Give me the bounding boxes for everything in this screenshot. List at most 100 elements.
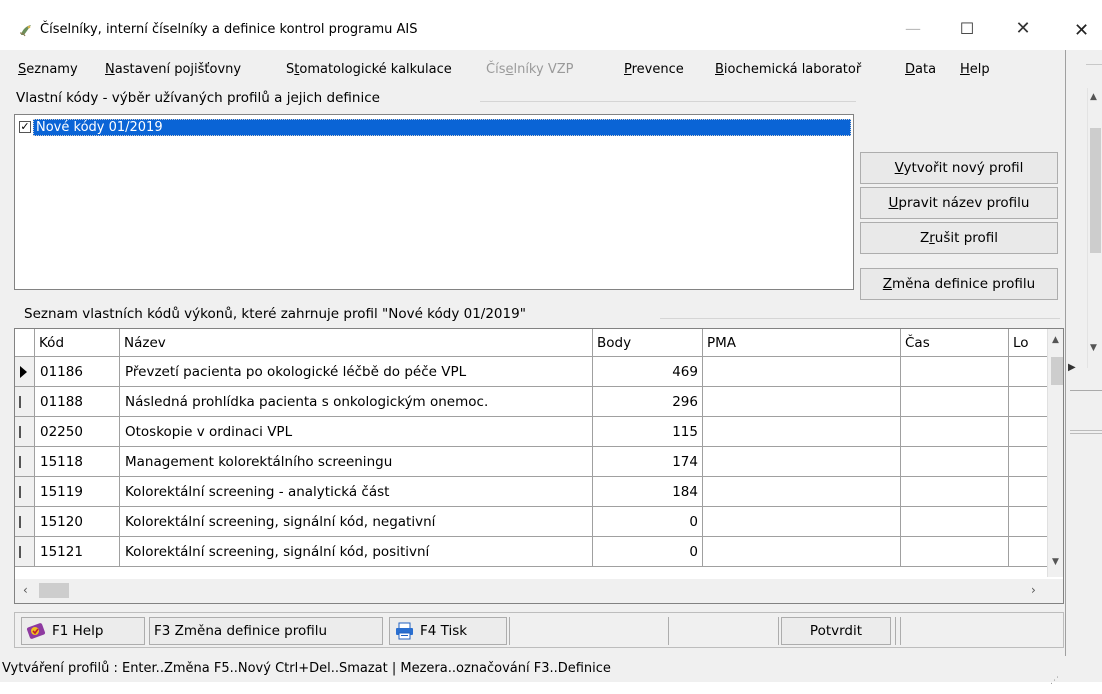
cell-cas[interactable] [901, 507, 1009, 537]
cell-nazev[interactable]: Otoskopie v ordinaci VPL [120, 417, 593, 447]
cell-lo[interactable] [1009, 507, 1049, 537]
cell-kod[interactable]: 02250 [35, 417, 120, 447]
menu-stomatologicke-kalkulace[interactable]: Stomatologické kalkulace [286, 62, 452, 77]
cell-body[interactable]: 115 [593, 417, 703, 447]
cell-pma[interactable] [703, 507, 901, 537]
resize-grip-icon[interactable]: ⋰ [1050, 668, 1060, 686]
cell-cas[interactable] [901, 387, 1009, 417]
group-border [660, 318, 1060, 319]
cell-kod[interactable]: 15119 [35, 477, 120, 507]
scroll-down-icon[interactable]: ▼ [1052, 557, 1059, 567]
cell-pma[interactable] [703, 357, 901, 387]
change-profile-definition-button[interactable]: Změna definice profilu [860, 268, 1058, 300]
row-indicator[interactable] [15, 387, 35, 417]
column-header-cas[interactable]: Čas [901, 329, 1009, 357]
table-horizontal-scrollbar[interactable]: ‹ › [15, 579, 1063, 603]
maximize-button[interactable]: ☐ [944, 14, 990, 44]
table-hscroll-thumb[interactable] [39, 583, 69, 598]
background-window: ✕ ▲ ▼ ▶ [1066, 0, 1102, 682]
cell-lo[interactable] [1009, 537, 1049, 567]
cell-pma[interactable] [703, 537, 901, 567]
menu-bar: Seznamy Nastavení pojišťovny Stomatologi… [0, 60, 1066, 84]
column-header-nazev[interactable]: Název [120, 329, 593, 357]
row-indicator[interactable] [15, 447, 35, 477]
menu-prevence[interactable]: Prevence [624, 62, 684, 77]
row-indicator[interactable] [15, 357, 35, 387]
profile-list-item[interactable]: ✓ Nové kódy 01/2019 [19, 119, 851, 136]
cell-lo[interactable] [1009, 477, 1049, 507]
f1-help-button[interactable]: F1 Help [21, 617, 145, 645]
table-vertical-scrollbar[interactable]: ▲ ▼ [1047, 329, 1063, 577]
delete-profile-button[interactable]: Zrušit profil [860, 222, 1058, 254]
cell-pma[interactable] [703, 477, 901, 507]
codes-table[interactable]: Kód Název Body PMA Čas Lo 01186 Převzetí … [14, 328, 1064, 604]
cell-pma[interactable] [703, 417, 901, 447]
cell-pma[interactable] [703, 447, 901, 477]
cell-body[interactable]: 0 [593, 507, 703, 537]
f3-change-definition-button[interactable]: F3 Změna definice profilu [149, 617, 383, 645]
background-vertical-scrollbar[interactable]: ▲ ▼ [1087, 88, 1102, 368]
cell-body[interactable]: 469 [593, 357, 703, 387]
cell-nazev[interactable]: Následná prohlídka pacienta s onkologick… [120, 387, 593, 417]
profile-list[interactable]: ✓ Nové kódy 01/2019 [14, 114, 854, 290]
cell-nazev[interactable]: Převzetí pacienta po okologické léčbě do… [120, 357, 593, 387]
cell-cas[interactable] [901, 447, 1009, 477]
f1-help-label: F1 Help [52, 623, 104, 639]
cell-nazev[interactable]: Management kolorektálního screeningu [120, 447, 593, 477]
cell-cas[interactable] [901, 357, 1009, 387]
cell-body[interactable]: 184 [593, 477, 703, 507]
row-indicator[interactable] [15, 507, 35, 537]
row-indicator[interactable] [15, 537, 35, 567]
cell-kod[interactable]: 15118 [35, 447, 120, 477]
cell-body[interactable]: 0 [593, 537, 703, 567]
cell-body[interactable]: 296 [593, 387, 703, 417]
row-indicator[interactable] [15, 477, 35, 507]
cell-kod[interactable]: 15120 [35, 507, 120, 537]
column-header-pma[interactable]: PMA [703, 329, 901, 357]
table-scroll-thumb[interactable] [1051, 357, 1063, 385]
column-header-kod[interactable]: Kód [35, 329, 120, 357]
scroll-down-icon[interactable]: ▼ [1090, 343, 1097, 353]
cell-body[interactable]: 174 [593, 447, 703, 477]
menu-help[interactable]: Help [960, 62, 990, 77]
cell-lo[interactable] [1009, 357, 1049, 387]
menu-data[interactable]: Data [905, 62, 936, 77]
column-header-lo[interactable]: Lo [1009, 329, 1049, 357]
profile-checkbox[interactable]: ✓ [19, 121, 31, 133]
cell-pma[interactable] [703, 387, 901, 417]
scroll-up-icon[interactable]: ▲ [1052, 335, 1059, 345]
cell-lo[interactable] [1009, 417, 1049, 447]
cell-cas[interactable] [901, 537, 1009, 567]
scroll-up-icon[interactable]: ▲ [1090, 92, 1097, 102]
cell-lo[interactable] [1009, 387, 1049, 417]
minimize-button[interactable]: — [890, 14, 936, 44]
rename-profile-button[interactable]: Upravit název profilu [860, 187, 1058, 219]
scroll-right-icon[interactable]: › [1031, 583, 1036, 597]
cell-cas[interactable] [901, 417, 1009, 447]
create-profile-button[interactable]: Vytvořit nový profil [860, 152, 1058, 184]
scroll-left-icon[interactable]: ‹ [23, 583, 28, 597]
cell-nazev[interactable]: Kolorektální screening - analytická část [120, 477, 593, 507]
menu-nastaveni-pojistovny[interactable]: Nastavení pojišťovny [105, 62, 241, 77]
cell-nazev[interactable]: Kolorektální screening, signální kód, ne… [120, 507, 593, 537]
f4-print-button[interactable]: F4 Tisk [389, 617, 507, 645]
close-button[interactable]: ✕ [1000, 14, 1046, 44]
menu-seznamy[interactable]: Seznamy [18, 62, 78, 77]
cell-kod[interactable]: 01188 [35, 387, 120, 417]
chevron-right-icon[interactable]: ▶ [1068, 362, 1076, 373]
cell-cas[interactable] [901, 477, 1009, 507]
cell-lo[interactable] [1009, 447, 1049, 477]
printer-icon [396, 622, 413, 640]
confirm-button[interactable]: Potvrdit [781, 617, 891, 645]
menu-ciselniky-vzp[interactable]: Číselníky VZP [486, 62, 573, 77]
row-indicator[interactable] [15, 417, 35, 447]
column-header-body[interactable]: Body [593, 329, 703, 357]
toolbar-field [669, 617, 779, 645]
cell-nazev[interactable]: Kolorektální screening, signální kód, po… [120, 537, 593, 567]
cell-kod[interactable]: 15121 [35, 537, 120, 567]
cell-kod[interactable]: 01186 [35, 357, 120, 387]
background-divider [1070, 430, 1102, 434]
background-scroll-thumb[interactable] [1090, 128, 1101, 253]
background-close-button[interactable]: ✕ [1074, 20, 1089, 41]
menu-biochemicka-laborator[interactable]: Biochemická laboratoř [715, 62, 861, 77]
